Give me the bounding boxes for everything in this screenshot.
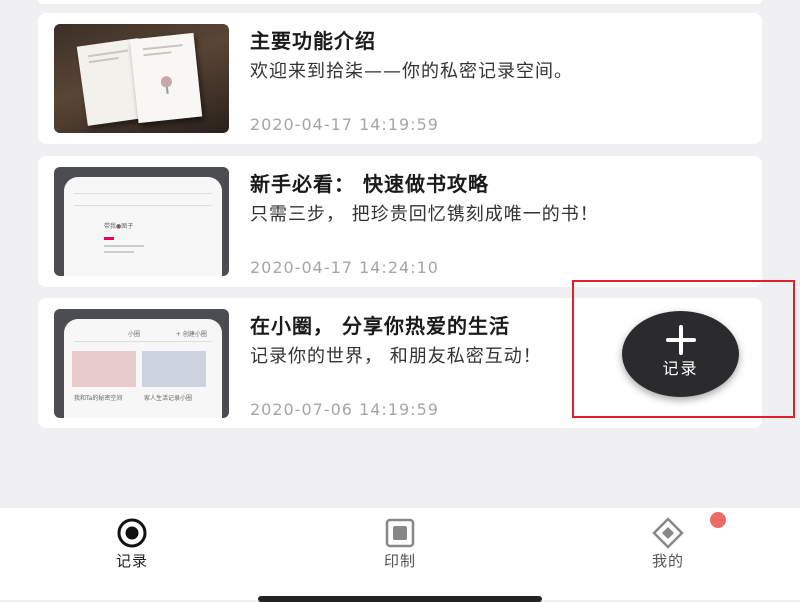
phone-screenshot: 小圈 + 创建小圈 我和Ta的秘密空间 家人生活记录小圈: [64, 319, 222, 418]
flower-graphic: [153, 70, 181, 102]
list-item[interactable]: 带我●图子 新手必看： 快速做书攻略 只需三步， 把珍贵回忆镌刻成唯一的书！ 2…: [38, 156, 762, 287]
tab-label: 记录: [115, 552, 148, 570]
card-thumbnail: 小圈 + 创建小圈 我和Ta的秘密空间 家人生活记录小圈: [54, 309, 229, 418]
tab-label: 我的: [651, 552, 684, 570]
record-target-icon: [117, 518, 147, 548]
card-timestamp: 2020-07-06 14:19:59: [250, 400, 439, 419]
card-title: 主要功能介绍: [250, 29, 376, 53]
tab-profile[interactable]: 我的: [598, 508, 738, 600]
phone-screenshot: 带我●图子: [64, 177, 222, 276]
tab-record[interactable]: 记录: [62, 508, 202, 600]
previous-card-edge: [38, 0, 762, 4]
card-description: 记录你的世界， 和朋友私密互动！: [250, 346, 542, 367]
card-timestamp: 2020-04-17 14:24:10: [250, 258, 439, 277]
book-graphic: [129, 32, 203, 124]
card-description: 欢迎来到拾柒——你的私密记录空间。: [250, 61, 573, 82]
feed-list: 主要功能介绍 欢迎来到拾柒——你的私密记录空间。 2020-04-17 14:1…: [0, 0, 800, 508]
screenshot-caption: 家人生活记录小圈: [144, 395, 193, 402]
card-thumbnail: 带我●图子: [54, 167, 229, 276]
diamond-profile-icon: [652, 517, 684, 549]
print-square-icon: [385, 518, 415, 548]
card-thumbnail: [54, 24, 229, 133]
circle-card-preview: [72, 351, 136, 387]
circle-card-preview: [142, 351, 206, 387]
home-indicator: [258, 596, 542, 602]
screenshot-caption: 我和Ta的秘密空间: [74, 395, 123, 402]
list-item[interactable]: 主要功能介绍 欢迎来到拾柒——你的私密记录空间。 2020-04-17 14:1…: [38, 13, 762, 144]
notification-badge: [710, 512, 726, 528]
screenshot-header-text: 小圈: [128, 331, 141, 338]
tab-label: 印制: [383, 552, 416, 570]
tab-print[interactable]: 印制: [330, 508, 470, 600]
record-fab-button[interactable]: 记录: [622, 311, 739, 397]
card-title: 在小圈， 分享你热爱的生活: [250, 314, 510, 338]
fab-label: 记录: [662, 359, 699, 378]
screenshot-create-text: + 创建小圈: [176, 331, 207, 338]
card-description: 只需三步， 把珍贵回忆镌刻成唯一的书！: [250, 204, 599, 225]
card-title: 新手必看： 快速做书攻略: [250, 172, 489, 196]
card-timestamp: 2020-04-17 14:19:59: [250, 115, 439, 134]
bottom-nav: 记录 印制 我的: [0, 508, 800, 600]
plus-icon: [666, 325, 696, 355]
screenshot-tag-text: 带我●图子: [104, 223, 134, 230]
